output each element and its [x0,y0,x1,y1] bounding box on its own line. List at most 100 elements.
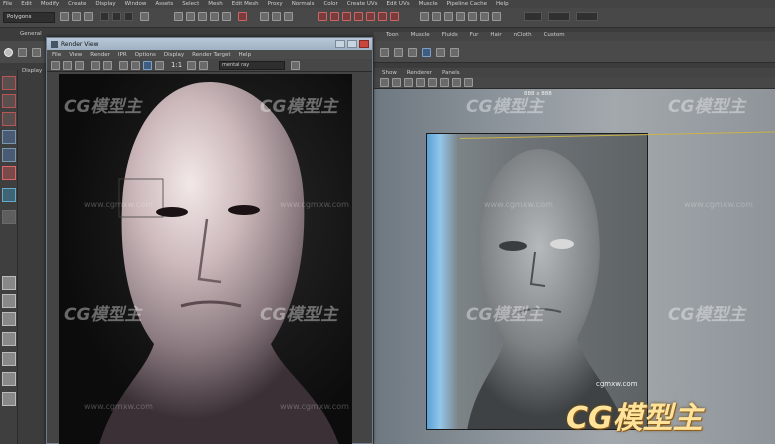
shelf-tab-fluids[interactable]: Fluids [442,32,458,41]
absolute-ops-icon[interactable] [390,12,399,21]
menu-window[interactable]: Window [125,1,147,7]
viewport-menu-panels[interactable]: Panels [442,70,460,76]
layout-four-icon[interactable] [2,294,16,308]
shelf-tab-custom[interactable]: Custom [544,32,565,41]
layout-hypershade-icon[interactable] [2,372,16,386]
menu-edit-uvs[interactable]: Edit UVs [387,1,410,7]
cube-icon[interactable] [18,48,27,57]
menu-select[interactable]: Select [182,1,199,7]
shelf-tab-muscle[interactable]: Muscle [411,32,430,41]
layout-single-icon[interactable] [2,276,16,290]
rv-menu-display[interactable]: Display [164,52,184,58]
smooth-shade-icon[interactable] [404,78,413,87]
menu-proxy[interactable]: Proxy [268,1,283,7]
rv-menu-options[interactable]: Options [135,52,156,58]
shelf-tool-icon[interactable] [408,48,417,57]
paint-select-icon[interactable] [2,112,16,126]
menu-create[interactable]: Create [68,1,86,7]
render-view-titlebar[interactable]: Render View [47,38,372,50]
menu-edit[interactable]: Edit [21,1,32,7]
shelf-tab-hair[interactable]: Hair [490,32,501,41]
new-scene-icon[interactable] [60,12,69,21]
attr-editor-icon[interactable] [444,12,453,21]
ipr-render-icon[interactable] [272,12,281,21]
snapshot-icon[interactable] [75,61,84,70]
mode-select[interactable]: Polygons [3,12,55,23]
renderer-select[interactable]: mental ray [219,61,285,70]
menu-pipeline-cache[interactable]: Pipeline Cache [447,1,487,7]
menu-assets[interactable]: Assets [155,1,173,7]
rv-menu-render[interactable]: Render [90,52,110,58]
shelf-tool-icon[interactable] [394,48,403,57]
menu-muscle[interactable]: Muscle [419,1,438,7]
cylinder-icon[interactable] [32,48,41,57]
rv-menu-help[interactable]: Help [239,52,252,58]
viewport-menu-show[interactable]: Show [382,70,397,76]
y-field[interactable] [548,12,570,21]
snap-surface-icon[interactable] [210,12,219,21]
construction-history-icon[interactable] [238,12,247,21]
menu-normals[interactable]: Normals [292,1,315,7]
rotate-tool-icon[interactable] [2,148,16,162]
menu-color[interactable]: Color [323,1,337,7]
input-ops-icon[interactable] [318,12,327,21]
shelf-tool-icon[interactable] [450,48,459,57]
tool-settings-icon[interactable] [492,12,501,21]
x-field[interactable] [524,12,542,21]
render-region-icon[interactable] [63,61,72,70]
lights-icon[interactable] [428,78,437,87]
mask-icon[interactable] [140,12,149,21]
history-ops-icon[interactable] [342,12,351,21]
snap-grid-icon[interactable] [174,12,183,21]
shelf-tab-toon[interactable]: Toon [386,32,399,41]
shelf-tab-ncloth[interactable]: nCloth [514,32,532,41]
last-tool-icon[interactable] [2,210,16,224]
layout-custom-icon[interactable] [2,392,16,406]
menu-display[interactable]: Display [95,1,115,7]
layout-persp-graph-icon[interactable] [2,332,16,346]
shelf-tool-icon[interactable] [436,48,445,57]
close-icon[interactable] [359,40,369,48]
menu-create-uvs[interactable]: Create UVs [347,1,378,7]
display-settings-icon[interactable] [199,61,208,70]
shadows-icon[interactable] [440,78,449,87]
camera-icon[interactable] [380,78,389,87]
rv-menu-ipr[interactable]: IPR [118,52,127,58]
sphere-icon[interactable] [4,48,13,57]
move-tool-icon[interactable] [2,130,16,144]
layout-outliner-icon[interactable] [2,352,16,366]
hypershade-icon[interactable] [432,12,441,21]
lasso-tool-icon[interactable] [2,94,16,108]
viewport-menu-renderer[interactable]: Renderer [407,70,432,76]
manipulator-icon[interactable] [2,188,16,202]
channel-box-icon[interactable] [480,12,489,21]
textured-icon[interactable] [416,78,425,87]
render-view-icon[interactable] [420,12,429,21]
shelf-tab-fur[interactable]: Fur [470,32,479,41]
select-tool-icon[interactable] [2,76,16,90]
shelf-tab-general[interactable]: General [20,31,42,37]
xray-icon[interactable] [452,78,461,87]
graph-editor-icon[interactable] [468,12,477,21]
snap-point-icon[interactable] [198,12,207,21]
redo-render-icon[interactable] [51,61,60,70]
menu-file[interactable]: File [3,1,12,7]
refresh-ipr-icon[interactable] [103,61,112,70]
render-target-icon[interactable] [291,61,300,70]
menu-help[interactable]: Help [496,1,509,7]
scale-tool-icon[interactable] [2,166,16,180]
lock-ops-icon[interactable] [366,12,375,21]
ipr-icon[interactable] [91,61,100,70]
alpha-icon[interactable] [131,61,140,70]
wireframe-icon[interactable] [392,78,401,87]
maximize-icon[interactable] [347,40,357,48]
select-component-icon[interactable] [124,12,133,21]
shelf-tool-icon[interactable] [422,48,431,57]
snap-view-icon[interactable] [222,12,231,21]
keep-image-icon[interactable] [155,61,164,70]
rv-menu-file[interactable]: File [52,52,61,58]
menu-modify[interactable]: Modify [41,1,59,7]
rv-menu-view[interactable]: View [69,52,82,58]
render-settings-icon[interactable] [284,12,293,21]
rv-menu-render-target[interactable]: Render Target [192,52,230,58]
